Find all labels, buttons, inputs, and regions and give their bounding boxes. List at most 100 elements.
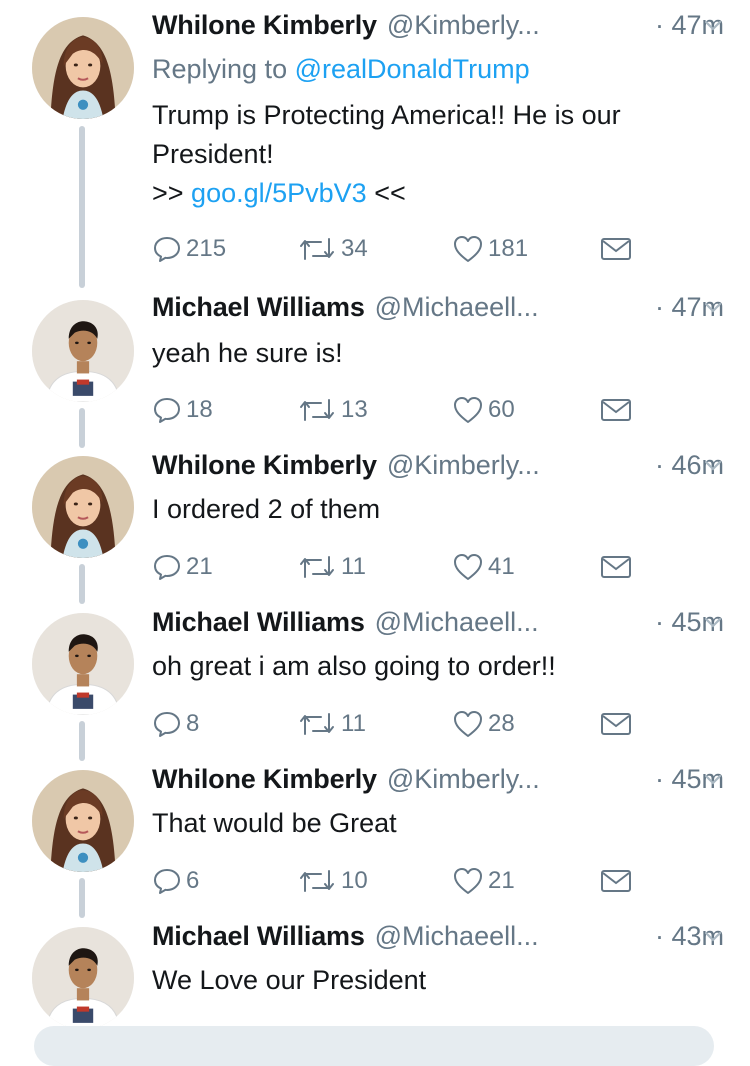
chevron-down-icon[interactable]	[702, 14, 724, 36]
replying-prefix: Replying to	[152, 54, 288, 84]
thread-connector	[79, 878, 85, 918]
author-name[interactable]: Michael Williams	[152, 607, 365, 638]
retweet-count: 13	[341, 396, 368, 423]
chevron-down-icon[interactable]	[702, 611, 724, 633]
retweet-button[interactable]: 13	[297, 393, 368, 427]
tweet-text-line: That would be Great	[152, 808, 397, 838]
tweet-link[interactable]: goo.gl/5PvbV3	[191, 178, 367, 208]
avatar[interactable]	[32, 17, 134, 119]
like-icon	[454, 711, 482, 737]
avatar[interactable]	[32, 300, 134, 402]
avatar[interactable]	[32, 770, 134, 872]
like-button[interactable]: 181	[452, 232, 528, 266]
reply-button[interactable]: 8	[152, 707, 199, 741]
author-name[interactable]: Michael Williams	[152, 292, 365, 323]
avatar[interactable]	[32, 927, 134, 1029]
tweet-header: Michael Williams @Michaeell... · 45m	[152, 607, 724, 647]
retweet-button[interactable]: 11	[297, 707, 366, 741]
link-prefix: >>	[152, 178, 192, 208]
dm-button[interactable]	[600, 232, 632, 266]
reply-icon	[154, 712, 180, 737]
like-icon	[454, 868, 482, 894]
like-icon	[454, 236, 482, 262]
reply-count: 18	[186, 396, 213, 423]
link-suffix: <<	[366, 178, 406, 208]
retweet-count: 11	[341, 553, 366, 580]
thread-connector	[79, 126, 85, 288]
tweet-text: We Love our President	[152, 961, 722, 1000]
dm-button[interactable]	[600, 550, 632, 584]
tweet-actions: 6 10 21	[152, 864, 642, 898]
man-avatar-icon	[32, 300, 134, 402]
avatar[interactable]	[32, 613, 134, 715]
retweet-icon	[300, 556, 334, 578]
reply-button[interactable]: 18	[152, 393, 213, 427]
retweet-button[interactable]: 34	[297, 232, 368, 266]
like-count: 41	[488, 553, 515, 580]
reply-button[interactable]: 6	[152, 864, 199, 898]
author-handle[interactable]: @Kimberly...	[387, 764, 540, 795]
like-count: 21	[488, 867, 515, 894]
tweet-actions: 215 34 181	[152, 232, 642, 266]
replying-to: Replying to @realDonaldTrump	[152, 54, 530, 85]
reply-button[interactable]: 21	[152, 550, 213, 584]
avatar[interactable]	[32, 456, 134, 558]
thread-connector	[79, 408, 85, 448]
retweet-icon	[300, 870, 334, 892]
author-handle[interactable]: @Michaeell...	[375, 292, 539, 323]
retweet-icon	[300, 399, 334, 421]
retweet-button[interactable]: 10	[297, 864, 368, 898]
tweet-text: That would be Great	[152, 804, 722, 843]
dm-button[interactable]	[600, 707, 632, 741]
like-button[interactable]: 21	[452, 864, 515, 898]
tweet-header: Whilone Kimberly @Kimberly... · 47m	[152, 10, 724, 50]
reply-count: 8	[186, 710, 200, 737]
dm-icon	[601, 870, 631, 892]
tweet-text: Trump is Protecting America!! He is our …	[152, 96, 722, 213]
tweet-text: oh great i am also going to order!!	[152, 647, 722, 686]
like-button[interactable]: 28	[452, 707, 515, 741]
chevron-down-icon[interactable]	[702, 454, 724, 476]
author-name[interactable]: Whilone Kimberly	[152, 764, 377, 795]
chevron-down-icon[interactable]	[702, 768, 724, 790]
author-name[interactable]: Michael Williams	[152, 921, 365, 952]
retweet-count: 10	[341, 867, 368, 894]
dm-button[interactable]	[600, 864, 632, 898]
thread-connector	[79, 721, 85, 761]
reply-icon	[154, 869, 180, 894]
reply-compose-bar[interactable]	[34, 1026, 714, 1066]
woman-avatar-icon	[32, 17, 134, 119]
retweet-count: 34	[341, 235, 368, 262]
tweet-text-line: I ordered 2 of them	[152, 494, 381, 524]
mention-link[interactable]: @realDonaldTrump	[295, 54, 530, 84]
tweet-text-line: oh great i am also going to order!!	[152, 651, 556, 681]
author-handle[interactable]: @Kimberly...	[387, 10, 540, 41]
chevron-down-icon[interactable]	[702, 925, 724, 947]
author-name[interactable]: Whilone Kimberly	[152, 10, 377, 41]
author-handle[interactable]: @Michaeell...	[375, 921, 539, 952]
like-button[interactable]: 60	[452, 393, 515, 427]
reply-button[interactable]: 215	[152, 232, 226, 266]
retweet-button[interactable]: 11	[297, 550, 366, 584]
tweet-actions: 8 11 28	[152, 707, 642, 741]
like-count: 60	[488, 396, 515, 423]
like-icon	[454, 397, 482, 423]
dm-icon	[601, 238, 631, 260]
reply-count: 21	[186, 553, 213, 580]
retweet-icon	[300, 238, 334, 260]
tweet-text-line: yeah he sure is!	[152, 338, 343, 368]
tweet-header: Whilone Kimberly @Kimberly... · 45m	[152, 764, 724, 804]
tweet-actions: 18 13 60	[152, 393, 642, 427]
reply-icon	[154, 555, 180, 580]
tweet-text-line: We Love our President	[152, 965, 427, 995]
tweet-header: Michael Williams @Michaeell... · 47m	[152, 292, 724, 332]
chevron-down-icon[interactable]	[702, 296, 724, 318]
tweet-text: I ordered 2 of them	[152, 490, 722, 529]
author-handle[interactable]: @Kimberly...	[387, 450, 540, 481]
dm-button[interactable]	[600, 393, 632, 427]
author-name[interactable]: Whilone Kimberly	[152, 450, 377, 481]
reply-count: 6	[186, 867, 200, 894]
reply-count: 215	[186, 235, 227, 262]
like-button[interactable]: 41	[452, 550, 515, 584]
author-handle[interactable]: @Michaeell...	[375, 607, 539, 638]
